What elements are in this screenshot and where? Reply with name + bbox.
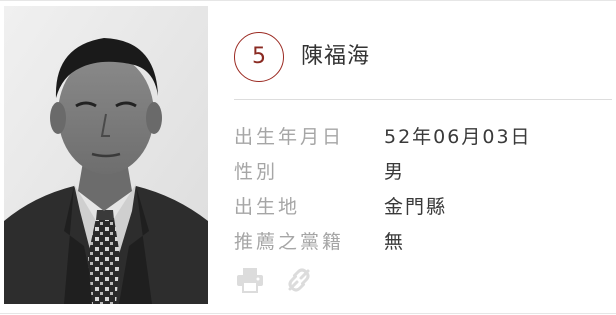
candidate-info: 5 陳福海 出生年月日 52年06月03日 性別 男 出生地 金門縣 推薦之黨籍… [234,1,612,315]
detail-label: 推薦之黨籍 [234,231,345,253]
detail-value: 無 [384,231,406,253]
action-bar [234,267,354,297]
detail-row-birthdate: 出生年月日 52年06月03日 [234,123,612,158]
detail-value: 男 [384,161,406,183]
detail-label: 出生地 [234,196,301,218]
detail-value: 52年06月03日 [384,126,532,148]
detail-row-gender: 性別 男 [234,158,612,193]
print-icon[interactable] [236,267,264,297]
detail-label: 出生年月日 [234,126,345,148]
detail-row-birthplace: 出生地 金門縣 [234,193,612,228]
details-list: 出生年月日 52年06月03日 性別 男 出生地 金門縣 推薦之黨籍 無 [234,123,612,263]
detail-value: 金門縣 [384,196,448,218]
detail-row-party: 推薦之黨籍 無 [234,228,612,263]
candidate-name: 陳福海 [301,44,371,69]
detail-label: 性別 [234,161,279,183]
divider [234,99,612,100]
candidate-card: 5 陳福海 出生年月日 52年06月03日 性別 男 出生地 金門縣 推薦之黨籍… [0,0,616,314]
candidate-number-badge: 5 [234,32,284,82]
link-icon[interactable] [286,267,312,297]
candidate-photo [4,6,208,304]
